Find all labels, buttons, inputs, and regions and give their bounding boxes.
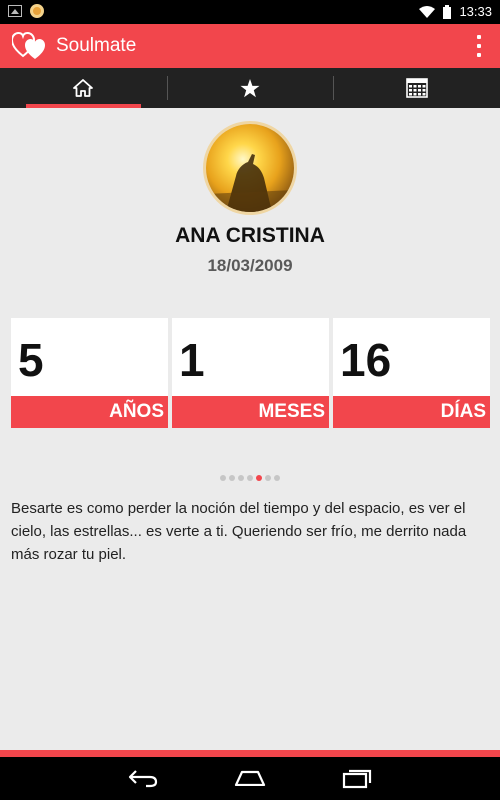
- calendar-icon: [405, 78, 428, 98]
- bottom-accent-bar: [0, 750, 500, 757]
- home-nav-icon: [234, 770, 266, 786]
- counter-years-label: AÑOS: [11, 396, 168, 428]
- avatar[interactable]: [203, 121, 297, 215]
- profile-name: ANA CRISTINA: [175, 224, 325, 247]
- page-dot: [238, 475, 244, 481]
- status-time: 13:33: [459, 4, 492, 19]
- page-dot: [274, 475, 280, 481]
- app-bar: Soulmate: [0, 24, 500, 68]
- hearts-icon: [12, 32, 45, 59]
- status-bar: 13:33: [0, 0, 500, 24]
- star-icon: [240, 78, 260, 97]
- avatar-photo: [206, 124, 294, 212]
- app-notification-icon: [30, 4, 44, 18]
- profile-date: 18/03/2009: [207, 256, 293, 275]
- page-dot: [229, 475, 235, 481]
- counter-months: 1 MESES: [172, 318, 329, 428]
- recent-apps-button[interactable]: [341, 765, 373, 791]
- tab-favorites[interactable]: [166, 68, 334, 108]
- page-dot: [220, 475, 226, 481]
- love-quote: Besarte es como perder la noción del tie…: [11, 500, 467, 563]
- tab-home[interactable]: [0, 68, 167, 108]
- overflow-menu-icon[interactable]: [476, 35, 482, 57]
- counter-days-label: DÍAS: [333, 396, 490, 428]
- counter-days: 16 DÍAS: [333, 318, 490, 428]
- page-dot: [265, 475, 271, 481]
- tab-calendar[interactable]: [333, 68, 500, 108]
- counter-years-value: 5: [18, 334, 44, 386]
- page-dot: [247, 475, 253, 481]
- tab-bar: [0, 68, 500, 108]
- recent-apps-icon: [342, 769, 372, 789]
- counter-days-value: 16: [340, 334, 392, 386]
- page-dot-active: [256, 475, 262, 481]
- page-indicator: [0, 475, 500, 481]
- image-icon: [8, 5, 22, 17]
- counter-months-label: MESES: [172, 396, 329, 428]
- app-title: Soulmate: [56, 35, 137, 56]
- wifi-icon: [419, 5, 436, 18]
- back-button[interactable]: [127, 765, 159, 791]
- counter-years: 5 AÑOS: [11, 318, 168, 428]
- battery-icon: [443, 4, 452, 19]
- home-nav-button[interactable]: [234, 765, 266, 791]
- counter-months-value: 1: [179, 334, 205, 386]
- home-icon: [73, 79, 94, 97]
- back-icon: [128, 770, 158, 788]
- navigation-bar: [0, 757, 500, 800]
